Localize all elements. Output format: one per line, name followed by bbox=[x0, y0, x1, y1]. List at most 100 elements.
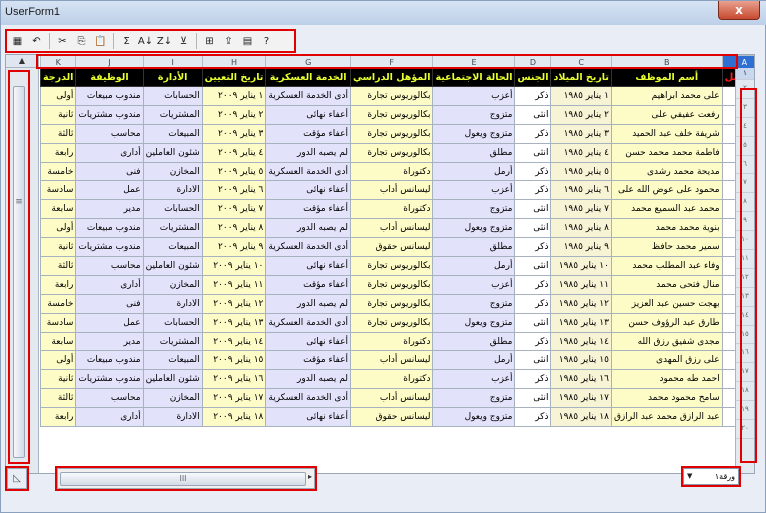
cell-gender[interactable]: ذكر bbox=[514, 180, 552, 201]
show-all-icon[interactable]: ⊞ bbox=[201, 32, 218, 50]
cell-status[interactable]: متزوج ويعول bbox=[432, 312, 516, 333]
paste-icon[interactable]: 📋 bbox=[92, 32, 109, 50]
row-header[interactable]: ١٧ bbox=[736, 363, 754, 383]
cell-dept[interactable]: المبيعات bbox=[142, 123, 203, 144]
column-header-c[interactable]: C bbox=[550, 55, 612, 69]
cell-grade[interactable]: ثانية bbox=[39, 104, 77, 125]
cell-dept[interactable]: الادارة bbox=[142, 180, 203, 201]
column-header-k[interactable]: K bbox=[39, 55, 77, 69]
cell-dept[interactable]: الحسابات bbox=[142, 312, 203, 333]
cell-status[interactable]: مطلق bbox=[432, 142, 516, 163]
cell-job[interactable]: أدارى bbox=[75, 407, 144, 428]
cell-date[interactable]: ٦ يناير ١٩٨٥ bbox=[550, 180, 612, 201]
column-header-g[interactable]: G bbox=[265, 55, 351, 69]
cell-grade[interactable]: سادسة bbox=[39, 312, 77, 333]
cell-grade[interactable]: سادسة bbox=[39, 180, 77, 201]
cell-name[interactable]: رفعت عفيفي على bbox=[610, 104, 723, 125]
cell-mil[interactable]: لم يصبه الدور bbox=[265, 369, 351, 390]
column-header-h[interactable]: H bbox=[201, 55, 267, 69]
cell-qual[interactable]: دكتوراة bbox=[349, 331, 434, 352]
cell-status[interactable]: متزوج bbox=[432, 388, 516, 409]
sort-ascending-icon[interactable]: A↓ bbox=[137, 32, 154, 50]
cell-mil[interactable]: أعفاء نهائى bbox=[265, 104, 351, 125]
cell-dept[interactable]: المشتريات bbox=[142, 104, 203, 125]
cell-hire[interactable]: ١٢ يناير ٢٠٠٩ bbox=[201, 293, 267, 314]
row-header[interactable]: ٣ bbox=[736, 99, 754, 118]
scroll-right-icon[interactable]: ▸ bbox=[308, 472, 312, 481]
cell-mil[interactable]: أعفاء نهائى bbox=[265, 407, 351, 428]
cell-qual[interactable]: بكالوريوس تجارة bbox=[349, 312, 434, 333]
resize-grip-icon[interactable]: ◺ bbox=[7, 468, 27, 489]
cell-status[interactable]: متزوج ويعول bbox=[432, 407, 516, 428]
header-date[interactable]: تاريخ الميلاد bbox=[550, 68, 612, 87]
commands-options-icon[interactable]: ▤ bbox=[239, 32, 256, 50]
row-header[interactable]: ٢ bbox=[736, 80, 754, 99]
row-header[interactable]: ١٣ bbox=[736, 288, 754, 307]
cell-name[interactable]: على رزق المهدى bbox=[610, 350, 723, 371]
cell-gender[interactable]: ذكر bbox=[514, 237, 552, 258]
cell-date[interactable]: ٧ يناير ١٩٨٥ bbox=[550, 199, 612, 220]
cell-status[interactable]: متزوج ويعول bbox=[432, 123, 516, 144]
cell-mil[interactable]: أعفاء نهائى bbox=[265, 256, 351, 276]
cell-qual[interactable]: بكالوريوس تجارة bbox=[349, 256, 434, 276]
cell-date[interactable]: ٢ يناير ١٩٨٥ bbox=[550, 104, 612, 125]
cell-mil[interactable]: أعفاء مؤقت bbox=[265, 274, 351, 295]
cell-grade[interactable]: رابعة bbox=[39, 407, 77, 428]
cell-name[interactable]: مديحة محمد رشدى bbox=[610, 161, 723, 182]
cell-grade[interactable]: خامسة bbox=[39, 161, 77, 182]
cell-name[interactable]: سامح محمود محمد bbox=[610, 388, 723, 409]
cell-status[interactable]: مطلق bbox=[432, 331, 516, 352]
cell-hire[interactable]: ٨ يناير ٢٠٠٩ bbox=[201, 218, 267, 239]
cell-status[interactable]: متزوج bbox=[432, 104, 516, 125]
cell-mil[interactable]: لم يصبه الدور bbox=[265, 142, 351, 163]
cell-dept[interactable]: المبيعات bbox=[142, 237, 203, 258]
cell-mil[interactable]: أدى الخدمة العسكرية bbox=[265, 388, 351, 409]
cell-date[interactable]: ٩ يناير ١٩٨٥ bbox=[550, 237, 612, 258]
cell-gender[interactable]: انثى bbox=[514, 199, 552, 220]
header-grade[interactable]: الدرجة bbox=[39, 68, 77, 87]
chevron-down-icon[interactable]: ▼ bbox=[687, 469, 692, 484]
cell-dept[interactable]: شئون العاملين bbox=[142, 142, 203, 163]
cell-grade[interactable]: سابعة bbox=[39, 199, 77, 220]
row-header[interactable]: ١٦ bbox=[736, 344, 754, 364]
row-header[interactable]: ٧ bbox=[736, 174, 754, 194]
cell-status[interactable]: متزوج bbox=[432, 199, 516, 220]
cell-hire[interactable]: ٦ يناير ٢٠٠٩ bbox=[201, 180, 267, 201]
cell-gender[interactable]: انثى bbox=[514, 104, 552, 125]
cell-mil[interactable]: أعفاء مؤقت bbox=[265, 123, 351, 144]
cell-hire[interactable]: ١٦ يناير ٢٠٠٩ bbox=[201, 369, 267, 390]
sheet-selector[interactable]: ▼ ورقة١ bbox=[683, 468, 739, 485]
cell-name[interactable]: بنوية محمد محمد bbox=[610, 218, 723, 239]
cell-hire[interactable]: ١٠ يناير ٢٠٠٩ bbox=[201, 256, 267, 276]
export-icon[interactable]: ⇪ bbox=[220, 32, 237, 50]
cell-date[interactable]: ١٣ يناير ١٩٨٥ bbox=[550, 312, 612, 333]
cut-icon[interactable]: ✂ bbox=[54, 32, 71, 50]
cell-mil[interactable]: أدى الخدمة العسكرية bbox=[265, 86, 351, 106]
cell-qual[interactable]: دكتوراة bbox=[349, 161, 434, 182]
cell-qual[interactable]: بكالوريوس تجارة bbox=[349, 86, 434, 106]
cell-job[interactable]: فنى bbox=[75, 161, 144, 182]
header-dept[interactable]: الأدارة bbox=[142, 68, 203, 87]
cell-job[interactable]: مندوب مشتريات bbox=[75, 369, 144, 390]
cell-qual[interactable]: بكالوريوس تجارة bbox=[349, 293, 434, 314]
row-header[interactable]: ٦ bbox=[736, 156, 754, 175]
cell-hire[interactable]: ١ يناير ٢٠٠٩ bbox=[201, 86, 267, 106]
column-header-b[interactable]: B bbox=[610, 55, 723, 69]
cell-mil[interactable]: لم يصبه الدور bbox=[265, 293, 351, 314]
cell-hire[interactable]: ٩ يناير ٢٠٠٩ bbox=[201, 237, 267, 258]
cell-hire[interactable]: ٢ يناير ٢٠٠٩ bbox=[201, 104, 267, 125]
cell-grade[interactable]: ثانية bbox=[39, 237, 77, 258]
autosum-icon[interactable]: Σ bbox=[118, 32, 135, 50]
cell-hire[interactable]: ١٨ يناير ٢٠٠٩ bbox=[201, 407, 267, 428]
cell-hire[interactable]: ١٤ يناير ٢٠٠٩ bbox=[201, 331, 267, 352]
cell-job[interactable]: أدارى bbox=[75, 274, 144, 295]
cell-mil[interactable]: أدى الخدمة العسكرية bbox=[265, 312, 351, 333]
cell-qual[interactable]: ليسانس أداب bbox=[349, 388, 434, 409]
vertical-scroll-thumb[interactable]: ≡ bbox=[13, 86, 25, 458]
cell-job[interactable]: عمل bbox=[75, 312, 144, 333]
cell-gender[interactable]: انثى bbox=[514, 256, 552, 276]
cell-mil[interactable]: أعفاء مؤقت bbox=[265, 350, 351, 371]
cell-gender[interactable]: انثى bbox=[514, 350, 552, 371]
cell-hire[interactable]: ٣ يناير ٢٠٠٩ bbox=[201, 123, 267, 144]
cell-job[interactable]: مدير bbox=[75, 331, 144, 352]
